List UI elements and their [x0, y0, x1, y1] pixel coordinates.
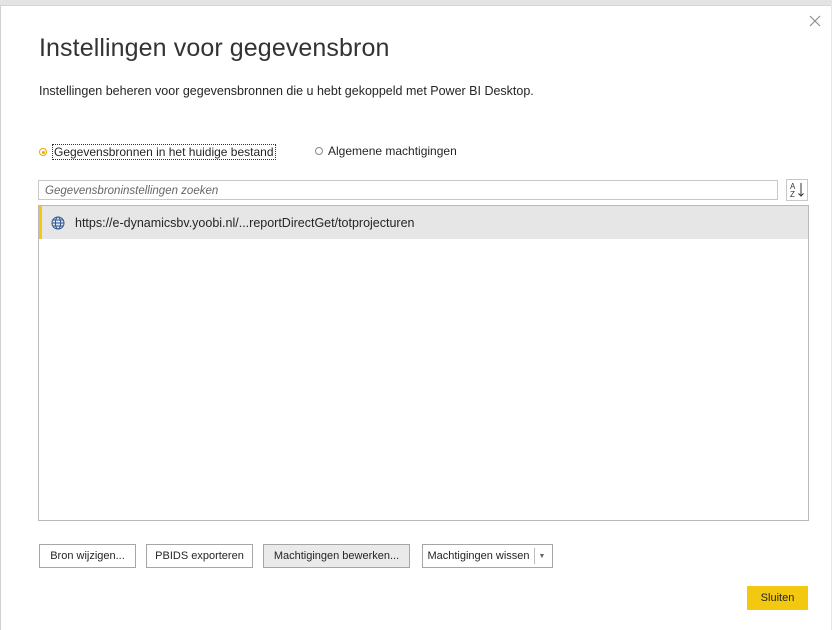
sort-az-icon: A Z [790, 182, 804, 199]
radio-selected-icon[interactable] [39, 148, 47, 156]
close-icon[interactable] [805, 12, 825, 32]
clear-permissions-split-button[interactable]: Machtigingen wissen ▼ [422, 544, 553, 568]
clear-permissions-button[interactable]: Machtigingen wissen [423, 545, 534, 567]
radio-current-file[interactable]: Gegevensbronnen in het huidige bestand [39, 144, 276, 160]
edit-permissions-button[interactable]: Machtigingen bewerken... [263, 544, 410, 568]
radio-unselected-icon[interactable] [315, 147, 323, 155]
chevron-down-icon[interactable]: ▼ [535, 545, 549, 567]
change-source-button[interactable]: Bron wijzigen... [39, 544, 136, 568]
close-x-glyph [809, 15, 821, 27]
radio-global-permissions-label[interactable]: Algemene machtigingen [328, 144, 457, 158]
close-button[interactable]: Sluiten [747, 586, 808, 610]
radio-global-permissions[interactable]: Algemene machtigingen [315, 144, 457, 158]
data-source-url: https://e-dynamicsbv.yoobi.nl/...reportD… [75, 215, 415, 230]
search-input[interactable] [39, 182, 777, 200]
search-box[interactable] [38, 180, 778, 200]
export-pbids-button[interactable]: PBIDS exporteren [146, 544, 253, 568]
list-item[interactable]: https://e-dynamicsbv.yoobi.nl/...reportD… [39, 206, 808, 239]
dialog-title: Instellingen voor gegevensbron [39, 34, 390, 62]
data-source-settings-dialog: Instellingen voor gegevensbron Instellin… [0, 5, 831, 630]
dialog-subtitle: Instellingen beheren voor gegevensbronne… [39, 84, 534, 98]
radio-current-file-label[interactable]: Gegevensbronnen in het huidige bestand [52, 144, 276, 160]
data-source-list: https://e-dynamicsbv.yoobi.nl/...reportD… [38, 205, 809, 521]
svg-text:Z: Z [790, 190, 795, 199]
globe-icon [51, 216, 65, 229]
sort-button[interactable]: A Z [786, 179, 808, 201]
